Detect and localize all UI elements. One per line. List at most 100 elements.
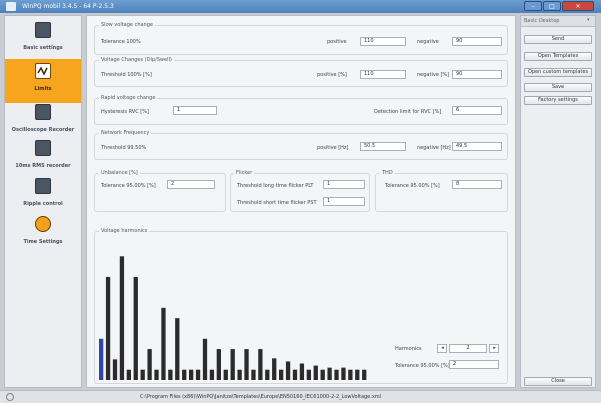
harmonic-bar[interactable] <box>154 369 159 380</box>
harmonic-bar[interactable] <box>119 256 125 380</box>
tolerance-label: Tolerance 95.00% [%] <box>101 183 156 189</box>
detection-input[interactable]: 6 <box>452 106 502 115</box>
ripple-control-icon <box>35 178 51 194</box>
harmonic-bar[interactable] <box>168 369 173 380</box>
group-title: Rapid voltage change <box>99 95 158 101</box>
group-title: Voltage harmonics <box>99 228 150 234</box>
rapid-voltage-group <box>94 98 508 125</box>
harmonic-bar[interactable] <box>99 338 104 380</box>
harmonic-bar[interactable] <box>147 349 152 380</box>
harmonic-bar[interactable] <box>216 349 221 380</box>
sidebar-item-time-settings[interactable]: Time Settings <box>5 212 81 256</box>
harmonic-bar[interactable] <box>223 369 228 380</box>
negative-label: negative [%] <box>417 72 450 78</box>
harmonic-bar[interactable] <box>258 349 263 380</box>
send-button[interactable]: Send <box>524 35 592 44</box>
thd-group <box>375 173 508 212</box>
limits-icon <box>35 63 51 79</box>
harmonic-bar[interactable] <box>306 369 311 380</box>
harmonic-increment-button[interactable]: ▸ <box>489 344 499 353</box>
harmonic-bar[interactable] <box>320 369 325 380</box>
action-panel: Basic Desktop ▾ Send Open Templates Open… <box>520 15 596 388</box>
harmonic-bar[interactable] <box>195 369 201 380</box>
negative-label: negative [Hz] <box>417 145 451 151</box>
harmonic-bar[interactable] <box>348 369 353 380</box>
save-button[interactable]: Save <box>524 83 592 92</box>
harmonic-bar[interactable] <box>126 369 131 380</box>
thd-tolerance-input[interactable]: 8 <box>452 180 502 189</box>
harmonic-bar[interactable] <box>355 369 360 380</box>
voltage-changes-negative-input[interactable]: 90 <box>452 70 502 79</box>
positive-label: positive [Hz] <box>317 145 349 151</box>
harmonic-bar[interactable] <box>105 276 111 380</box>
unbalance-group <box>94 173 226 212</box>
long-flicker-label: Threshold long time flicker PLT <box>237 183 314 189</box>
settings-icon <box>35 22 51 38</box>
harmonic-bar[interactable] <box>182 369 187 380</box>
window-title: WinPQ mobil 3.4.5 - 64 P-2.5.3 <box>22 3 114 10</box>
group-title: Voltage Changes (Dip/Swell) <box>99 57 174 63</box>
sidebar-item-label: Basic settings <box>23 45 63 51</box>
negative-label: negative <box>417 39 439 45</box>
harmonic-bar[interactable] <box>285 361 291 380</box>
slow-voltage-negative-input[interactable]: 90 <box>452 37 502 46</box>
maximize-button[interactable]: □ <box>543 1 561 11</box>
positive-label: positive <box>327 39 347 45</box>
tolerance-label: Tolerance 95.00% [%] <box>385 183 440 189</box>
minimize-button[interactable]: – <box>524 1 542 11</box>
harmonic-tolerance-input[interactable]: 2 <box>449 360 499 369</box>
harmonic-bar[interactable] <box>299 363 305 380</box>
harmonic-bar[interactable] <box>341 367 346 380</box>
hysteresis-input[interactable]: 1 <box>173 106 217 115</box>
tolerance-label: Tolerance 95.00% [%] <box>395 363 450 369</box>
positive-label: positive [%] <box>317 72 347 78</box>
group-title: THD <box>380 170 395 176</box>
frequency-positive-input[interactable]: 50.5 <box>360 142 406 151</box>
sidebar-item-label: Limits <box>34 86 52 92</box>
short-flicker-label: Threshold short time flicker PST <box>237 200 317 206</box>
harmonic-bar[interactable] <box>279 369 284 380</box>
frequency-negative-input[interactable]: 49.5 <box>452 142 502 151</box>
harmonic-bar[interactable] <box>112 359 118 380</box>
limits-panel: Slow voltage change Tolerance 100% posit… <box>86 15 516 388</box>
tolerance-label: Tolerance 100% <box>101 39 141 45</box>
long-flicker-input[interactable]: 1 <box>323 180 365 189</box>
harmonic-bar[interactable] <box>140 369 145 380</box>
sidebar-item-limits[interactable]: Limits <box>5 59 81 103</box>
panel-header-label: Basic Desktop <box>524 18 560 24</box>
unbalance-tolerance-input[interactable]: 2 <box>167 180 215 189</box>
harmonic-bar[interactable] <box>209 369 215 380</box>
harmonic-decrement-button[interactable]: ◂ <box>437 344 447 353</box>
harmonic-bar[interactable] <box>161 307 166 380</box>
harmonic-bar[interactable] <box>189 369 194 380</box>
harmonic-bar[interactable] <box>237 369 242 380</box>
harmonic-bar[interactable] <box>272 358 277 380</box>
voltage-changes-positive-input[interactable]: 110 <box>360 70 406 79</box>
harmonic-bar[interactable] <box>175 318 180 380</box>
close-window-button[interactable]: ✕ <box>562 1 594 11</box>
harmonic-bar[interactable] <box>202 338 208 380</box>
open-custom-templates-button[interactable]: Open custom templates <box>524 68 592 77</box>
harmonic-bar[interactable] <box>313 365 318 380</box>
harmonic-bar[interactable] <box>292 369 298 380</box>
harmonic-bar[interactable] <box>362 369 367 380</box>
close-button[interactable]: Close <box>524 377 592 386</box>
open-templates-button[interactable]: Open Templates <box>524 52 592 61</box>
short-flicker-input[interactable]: 1 <box>323 197 365 206</box>
harmonic-bar[interactable] <box>334 369 339 380</box>
harmonic-bar[interactable] <box>265 369 270 380</box>
sidebar-item-basic-settings[interactable]: Basic settings <box>5 18 81 62</box>
harmonic-number-input[interactable]: 2 <box>449 344 487 353</box>
slow-voltage-group <box>94 25 508 55</box>
harmonic-bar[interactable] <box>133 276 138 380</box>
harmonic-bar[interactable] <box>244 349 249 380</box>
harmonic-label: Harmonics <box>395 346 422 352</box>
panel-header: Basic Desktop ▾ <box>521 16 595 27</box>
slow-voltage-positive-input[interactable]: 110 <box>360 37 406 46</box>
harmonic-bar[interactable] <box>251 369 256 380</box>
factory-settings-button[interactable]: Factory settings <box>524 96 592 105</box>
harmonic-bar[interactable] <box>327 367 332 380</box>
harmonic-bar[interactable] <box>230 349 235 380</box>
sidebar-item-label: Oscilloscope Recorder <box>11 127 75 133</box>
chevron-down-icon[interactable]: ▾ <box>587 17 590 23</box>
